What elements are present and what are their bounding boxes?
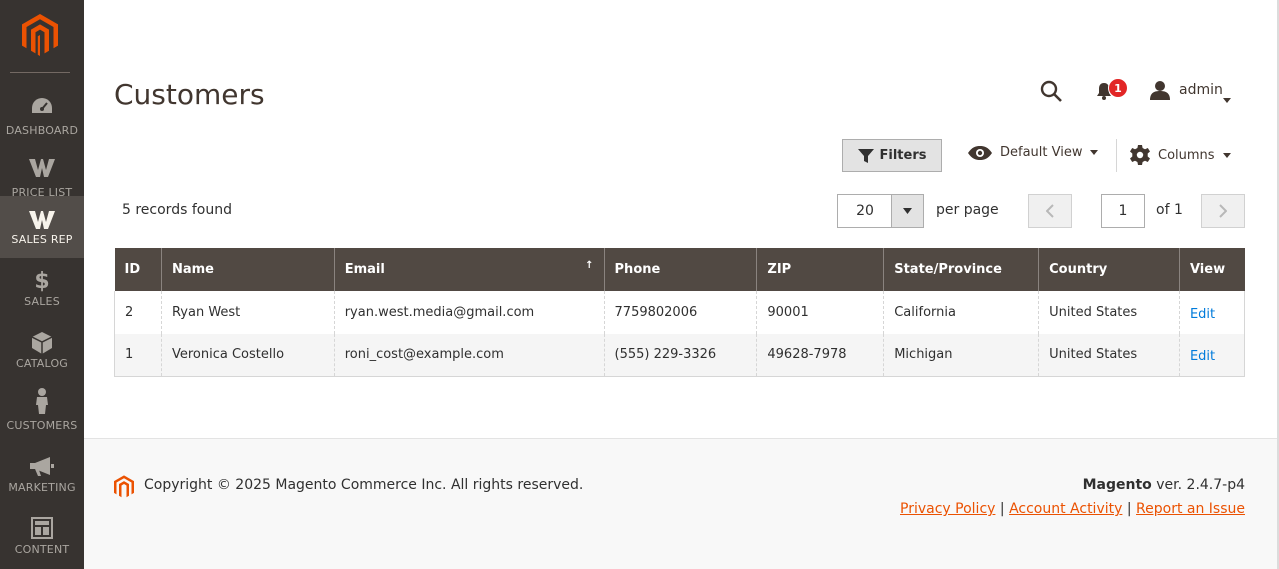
chevron-down-icon [903,208,912,214]
cell-name: Ryan West [160,291,335,334]
link-separator: | [995,501,1005,517]
column-header-country[interactable]: Country [1038,248,1180,291]
search-icon[interactable] [1040,80,1062,106]
column-header-id[interactable]: ID [114,248,162,291]
column-header-zip[interactable]: ZIP [756,248,884,291]
user-icon[interactable] [1150,80,1170,104]
table-row[interactable]: 1 Veronica Costello roni_cost@example.co… [114,334,1246,377]
version-info: Magento ver. 2.4.7-p4 [1083,477,1245,493]
page-number-input[interactable]: 1 [1101,194,1145,228]
sidebar-item-label: SALES [24,295,60,308]
page-title: Customers [114,78,265,111]
cell-view: Edit [1178,334,1246,377]
report-issue-link[interactable]: Report an Issue [1136,501,1245,517]
page-total-label: of 1 [1156,202,1183,218]
dashboard-icon [0,95,84,117]
edit-link[interactable]: Edit [1190,349,1215,364]
chevron-down-icon[interactable] [1223,88,1231,107]
user-menu-label[interactable]: admin [1179,82,1223,98]
privacy-policy-link[interactable]: Privacy Policy [900,501,995,517]
toolbar-divider [1116,139,1117,172]
column-header-phone[interactable]: Phone [603,248,757,291]
column-header-name[interactable]: Name [160,248,335,291]
cell-phone: (555) 229-3326 [603,334,757,377]
person-icon [0,388,84,414]
sidebar-item-label: SALES REP [11,233,73,246]
footer-links: Privacy Policy | Account Activity | Repo… [900,501,1245,517]
chevron-down-icon [1090,150,1099,155]
gear-icon [1130,145,1150,165]
sidebar-item-label: CUSTOMERS [6,419,78,432]
cell-country: United States [1038,291,1180,334]
magento-logo[interactable] [22,14,58,56]
eye-icon [968,145,992,160]
copyright-text: Copyright © 2025 Magento Commerce Inc. A… [144,477,584,493]
sort-ascending-icon: ↑ [585,260,594,271]
magento-footer-logo-icon [114,475,134,503]
default-view-dropdown[interactable]: Default View [968,145,1099,160]
magento-logo-icon [22,14,58,56]
per-page-select[interactable]: 20 [837,194,924,228]
w-logo-icon [0,209,84,231]
sidebar-item-dashboard[interactable]: DASHBOARD [0,84,84,146]
cell-name: Veronica Costello [160,334,335,377]
cell-id: 1 [114,334,162,377]
admin-sidebar: DASHBOARD PRICE LIST SALES REP $ SALES C… [0,0,84,569]
sidebar-item-label: CATALOG [15,357,69,370]
sidebar-item-content[interactable]: CONTENT [0,507,84,569]
chevron-right-icon [1219,204,1227,218]
grid-header-row: ID Name Email ↑ Phone ZIP State/Province … [114,248,1245,291]
sidebar-item-label: MARKETING [8,481,76,494]
notifications-count-badge[interactable]: 1 [1108,78,1128,98]
cell-email: roni_cost@example.com [333,334,605,377]
megaphone-icon [0,456,84,478]
edit-link[interactable]: Edit [1190,307,1215,322]
layout-icon [0,517,84,539]
sidebar-item-label: DASHBOARD [5,124,79,137]
column-header-state[interactable]: State/Province [883,248,1039,291]
sidebar-divider [10,72,70,73]
per-page-value: 20 [856,203,874,219]
sidebar-item-customers[interactable]: CUSTOMERS [0,388,84,456]
sidebar-item-sales-rep[interactable]: SALES REP [0,196,84,258]
cell-zip: 90001 [756,291,884,334]
filters-button[interactable]: Filters [842,139,942,172]
table-row[interactable]: 2 Ryan West ryan.west.media@gmail.com 77… [114,291,1246,334]
w-logo-icon [0,157,84,179]
filter-icon [857,148,874,163]
per-page-label: per page [936,202,999,218]
cell-email: ryan.west.media@gmail.com [333,291,605,334]
sidebar-item-catalog[interactable]: CATALOG [0,332,84,394]
column-header-view: View [1178,248,1245,291]
cell-phone: 7759802006 [603,291,757,334]
product-name: Magento [1082,477,1152,493]
column-header-email[interactable]: Email ↑ [333,248,605,291]
previous-page-button[interactable] [1028,194,1072,228]
account-activity-link[interactable]: Account Activity [1009,501,1122,517]
cell-state: California [883,291,1039,334]
version-number: ver. 2.4.7-p4 [1151,477,1245,493]
records-found-count: 5 records found [122,202,232,218]
box-icon [0,332,84,354]
cell-id: 2 [114,291,162,334]
cell-zip: 49628-7978 [756,334,884,377]
page-footer: Copyright © 2025 Magento Commerce Inc. A… [84,438,1279,569]
customers-grid: ID Name Email ↑ Phone ZIP State/Province … [114,248,1246,377]
cell-view: Edit [1178,291,1246,334]
sidebar-item-label: CONTENT [14,543,70,556]
chevron-left-icon [1046,204,1054,218]
filters-button-label: Filters [879,148,927,163]
columns-dropdown[interactable]: Columns [1130,145,1231,165]
sidebar-item-sales[interactable]: $ SALES [0,268,84,332]
columns-label: Columns [1158,147,1215,163]
link-separator: | [1122,501,1132,517]
default-view-label: Default View [1000,145,1083,160]
per-page-toggle[interactable] [891,195,923,227]
dollar-icon: $ [34,268,50,294]
next-page-button[interactable] [1201,194,1245,228]
cell-state: Michigan [883,334,1039,377]
chevron-down-icon [1222,152,1231,158]
cell-country: United States [1038,334,1180,377]
column-header-label: Email [344,262,385,277]
